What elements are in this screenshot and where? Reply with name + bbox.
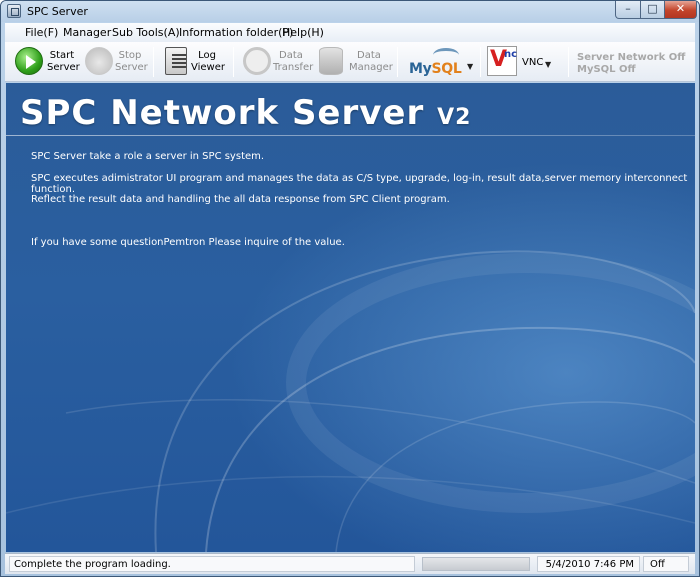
app-window: SPC Server – □ ✕ File(F) Manager Sub Too…	[0, 0, 700, 577]
menu-information-folder[interactable]: Information folder(P)	[179, 26, 293, 39]
toolbar-separator	[568, 47, 569, 77]
main-content: SPC Network Server V2 SPC Server take a …	[6, 83, 695, 552]
page-title: SPC Network Server V2	[20, 93, 472, 133]
stop-server-label: Stop Server	[115, 50, 148, 73]
chevron-down-icon[interactable]: ▼	[467, 62, 473, 71]
banner-divider	[6, 135, 695, 136]
close-button[interactable]: ✕	[664, 1, 697, 19]
toolbar: Start Server Stop Server Log Viewer Data Tra…	[5, 42, 695, 82]
data-transfer-label: Data Transfer	[273, 50, 314, 73]
start-server-button[interactable]: Start Server	[5, 45, 80, 79]
minimize-button[interactable]: –	[615, 1, 641, 19]
description-line: SPC executes adimistrator UI program and…	[31, 173, 688, 195]
vnc-logo-nc: nc	[504, 49, 518, 60]
menu-file[interactable]: File(F)	[25, 26, 58, 39]
log-viewer-button[interactable]: Log Viewer	[161, 45, 229, 79]
description-line: If you have some questionPemtron Please …	[31, 237, 345, 248]
vnc-logo-icon[interactable]: V nc	[487, 46, 517, 76]
transfer-icon	[243, 47, 271, 75]
status-bar: Complete the program loading. 5/4/2010 7…	[5, 553, 695, 574]
window-title: SPC Server	[27, 5, 88, 18]
description-line: Reflect the result data and handling the…	[31, 194, 450, 205]
app-icon[interactable]	[7, 4, 21, 18]
vnc-button-label[interactable]: VNC	[522, 57, 543, 68]
toolbar-separator	[233, 47, 234, 77]
menu-help[interactable]: Help(H)	[282, 26, 324, 39]
play-icon	[15, 47, 43, 75]
data-manager-label: Data Manager	[349, 50, 393, 73]
mysql-logo-text: MySQL	[409, 61, 462, 77]
menu-bar: File(F) Manager Sub Tools(A) Information…	[5, 23, 695, 42]
menu-manager[interactable]: Manager	[63, 26, 111, 39]
mysql-button[interactable]: MySQL ▼	[405, 46, 475, 80]
log-viewer-label: Log Viewer	[191, 50, 225, 73]
toolbar-separator	[397, 47, 398, 77]
status-state: Off	[643, 556, 689, 572]
server-status-indicator: Server Network Off MySQL Off	[577, 52, 685, 76]
toolbar-separator	[153, 47, 154, 77]
data-transfer-button[interactable]: Data Transfer	[241, 45, 314, 79]
hand-stop-icon	[85, 47, 113, 75]
log-document-icon	[165, 47, 187, 75]
status-progress-bar	[422, 557, 530, 571]
toolbar-separator	[480, 47, 481, 77]
mysql-status: MySQL Off	[577, 64, 636, 75]
menu-sub-tools[interactable]: Sub Tools(A)	[112, 26, 180, 39]
status-message: Complete the program loading.	[9, 556, 415, 572]
mysql-dolphin-icon	[433, 48, 459, 62]
start-server-label: Start Server	[47, 50, 80, 73]
description-line: SPC Server take a role a server in SPC s…	[31, 151, 265, 162]
database-icon	[319, 47, 343, 75]
maximize-button[interactable]: □	[640, 1, 665, 19]
server-network-status: Server Network Off	[577, 52, 686, 63]
title-bar[interactable]: SPC Server – □ ✕	[1, 1, 699, 22]
stop-server-button[interactable]: Stop Server	[81, 45, 149, 79]
status-datetime: 5/4/2010 7:46 PM	[537, 556, 640, 572]
data-manager-button[interactable]: Data Manager	[315, 45, 393, 79]
chevron-down-icon[interactable]: ▼	[545, 60, 551, 69]
